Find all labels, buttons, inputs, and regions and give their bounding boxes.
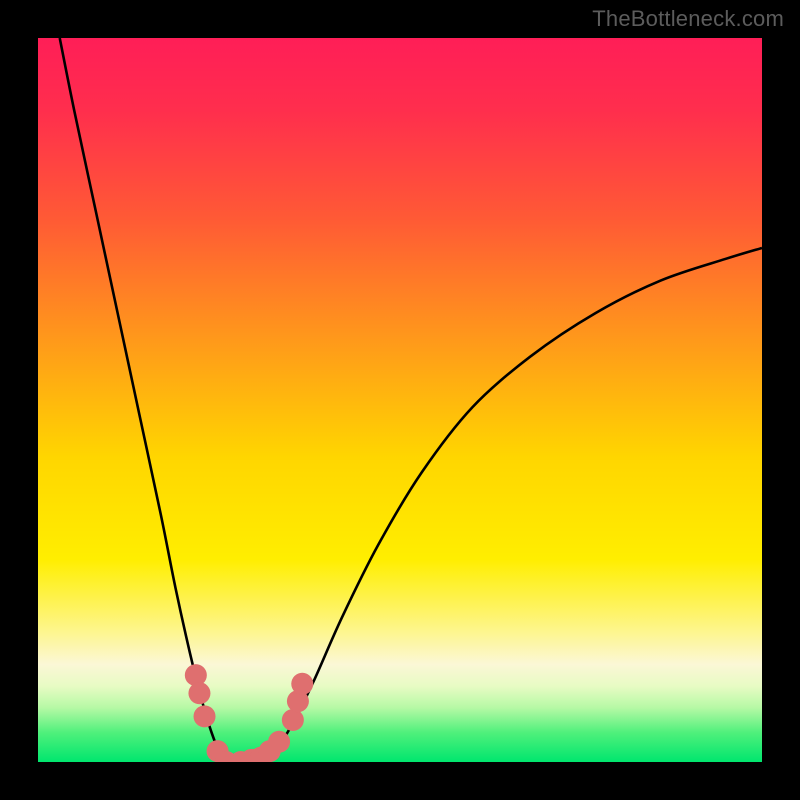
watermark-text: TheBottleneck.com	[592, 6, 784, 32]
marker-dot	[188, 682, 210, 704]
chart-svg	[38, 38, 762, 762]
chart-frame: TheBottleneck.com	[0, 0, 800, 800]
marker-dot	[194, 705, 216, 727]
bottleneck-curve	[60, 38, 762, 762]
marker-dot	[282, 709, 304, 731]
marker-dot	[291, 673, 313, 695]
highlight-dots	[185, 664, 313, 762]
marker-dot	[268, 731, 290, 753]
marker-dot	[185, 664, 207, 686]
plot-area	[38, 38, 762, 762]
